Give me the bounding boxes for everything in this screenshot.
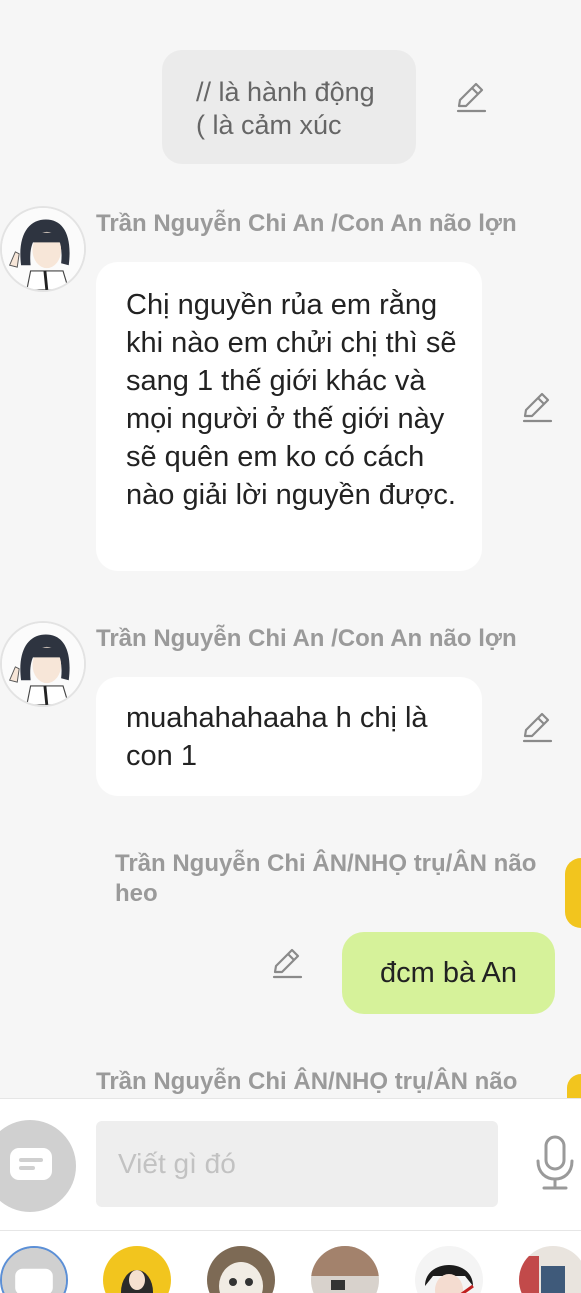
avatar[interactable] (0, 621, 86, 707)
edit-icon[interactable] (454, 80, 488, 114)
character-avatar[interactable] (207, 1246, 275, 1293)
message-bubble-own[interactable]: đcm bà An (342, 932, 555, 1014)
message-bubble[interactable]: muahahahaaha h chị là con 1 (96, 677, 482, 796)
own-avatar[interactable] (565, 858, 581, 928)
character-avatar[interactable] (415, 1246, 483, 1293)
chat-bubble-icon[interactable] (0, 1120, 76, 1212)
sender-name: Trần Nguyễn Chi ÂN/NHỌ trụ/ÂN não (96, 1068, 518, 1095)
sender-name: Trần Nguyễn Chi An /Con An não lợn (96, 625, 517, 652)
character-avatar-chat[interactable] (0, 1246, 68, 1293)
sender-name: Trần Nguyễn Chi ÂN/NHỌ trụ/ÂN não heo (115, 850, 537, 907)
microphone-icon[interactable] (532, 1133, 578, 1193)
character-avatar[interactable] (103, 1246, 171, 1293)
character-avatar[interactable] (519, 1246, 581, 1293)
message-composer (0, 1098, 581, 1230)
character-bar (0, 1230, 581, 1293)
sender-name: Trần Nguyễn Chi An /Con An não lợn (96, 210, 517, 237)
character-avatar[interactable] (311, 1246, 379, 1293)
own-avatar[interactable] (567, 1074, 581, 1098)
avatar[interactable] (0, 206, 86, 292)
message-input[interactable] (96, 1121, 498, 1207)
chat-area[interactable]: // là hành động ( là cảm xúc Trần Nguyễn… (0, 0, 581, 1098)
edit-icon[interactable] (520, 710, 554, 744)
message-bubble[interactable]: Chị nguyền rủa em rằng khi nào em chửi c… (96, 262, 482, 571)
system-note-bubble: // là hành động ( là cảm xúc (162, 50, 416, 164)
edit-icon[interactable] (520, 390, 554, 424)
edit-icon[interactable] (270, 946, 304, 980)
